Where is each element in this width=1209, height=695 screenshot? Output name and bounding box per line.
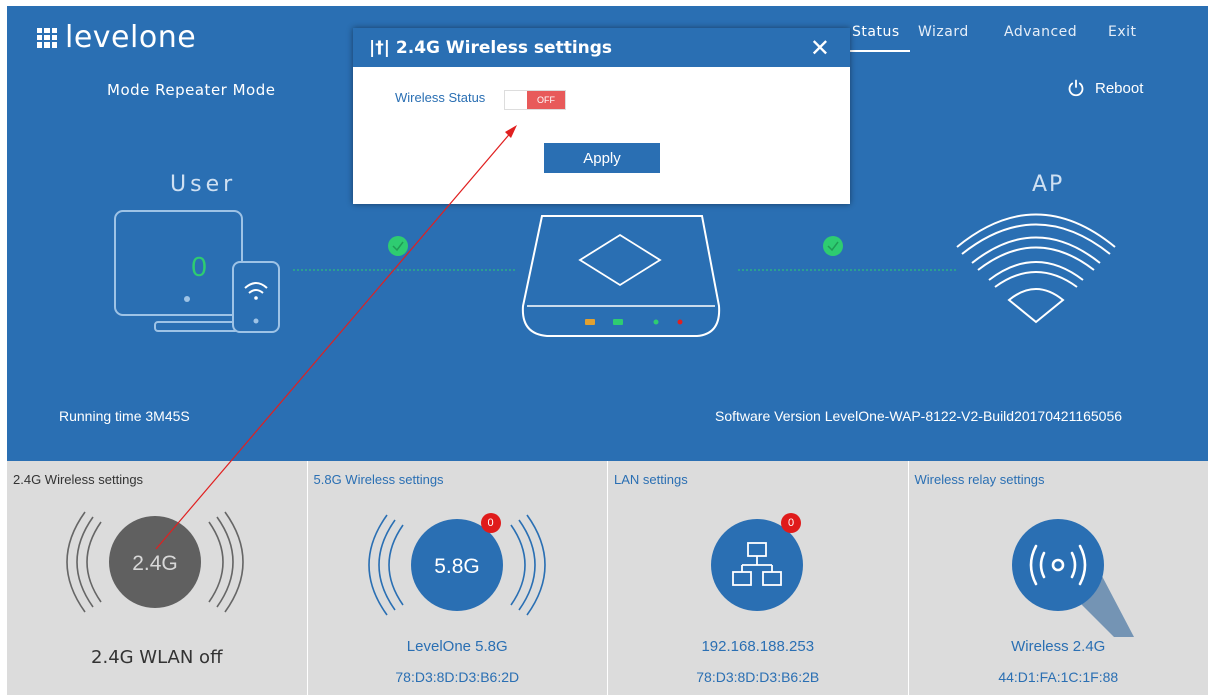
modal-title: 2.4G Wireless settings	[395, 37, 613, 58]
card-wireless-relay[interactable]: Wireless relay settings Wireless 2.4G 44…	[908, 461, 1208, 695]
card-mac: 78:D3:8D:D3:B6:2D	[395, 669, 520, 685]
router-icon	[521, 215, 721, 337]
close-icon[interactable]: ✕	[810, 34, 830, 63]
card-relay-ssid: Wireless 2.4G	[1011, 638, 1106, 655]
card-mac: 44:D1:FA:1C:1F:88	[998, 669, 1119, 685]
monitor-icon	[114, 210, 243, 332]
svg-text:2.4G: 2.4G	[132, 552, 178, 575]
settings-sliders-icon: |†|	[369, 37, 390, 58]
card-status: 2.4G WLAN off	[91, 647, 223, 668]
apply-button[interactable]: Apply	[544, 143, 660, 173]
ap-wifi-icon	[956, 213, 1116, 324]
card-5-8g-wireless[interactable]: 5.8G Wireless settings 5.8G 0 LevelOne 5…	[307, 461, 608, 695]
check-icon-left	[388, 236, 408, 256]
settings-cards: 2.4G Wireless settings 2.4G 2.4G WLAN of…	[7, 461, 1208, 695]
relay-signal-icon	[1011, 519, 1134, 637]
wifi-5-8g-icon: 5.8G	[367, 514, 546, 616]
modal-header: |†| 2.4G Wireless settings	[353, 28, 850, 67]
notification-badge: 0	[480, 513, 501, 533]
check-icon-right	[823, 236, 843, 256]
wireless-settings-modal: |†| 2.4G Wireless settings ✕ Wireless St…	[353, 28, 850, 204]
card-2-4g-wireless[interactable]: 2.4G Wireless settings 2.4G 2.4G WLAN of…	[7, 461, 308, 695]
notification-badge: 0	[781, 513, 801, 533]
wireless-status-toggle[interactable]: OFF	[504, 90, 566, 110]
toggle-off-label: OFF	[527, 91, 565, 109]
card-lan-settings[interactable]: LAN settings 0 192.168.188.253 78:D3:8D:…	[608, 461, 909, 695]
software-version: Software Version LevelOne-WAP-8122-V2-Bu…	[715, 408, 1123, 424]
phone-wifi-icon	[232, 261, 280, 333]
user-count: 0	[191, 251, 207, 282]
network-icon	[711, 519, 803, 611]
running-time: Running time 3M45S	[59, 408, 190, 424]
wireless-status-label: Wireless Status	[395, 90, 486, 105]
svg-text:5.8G: 5.8G	[434, 555, 480, 578]
card-ip: 192.168.188.253	[701, 638, 815, 655]
card-ssid: LevelOne 5.8G	[406, 638, 508, 655]
card-mac: 78:D3:8D:D3:B6:2B	[696, 669, 820, 685]
